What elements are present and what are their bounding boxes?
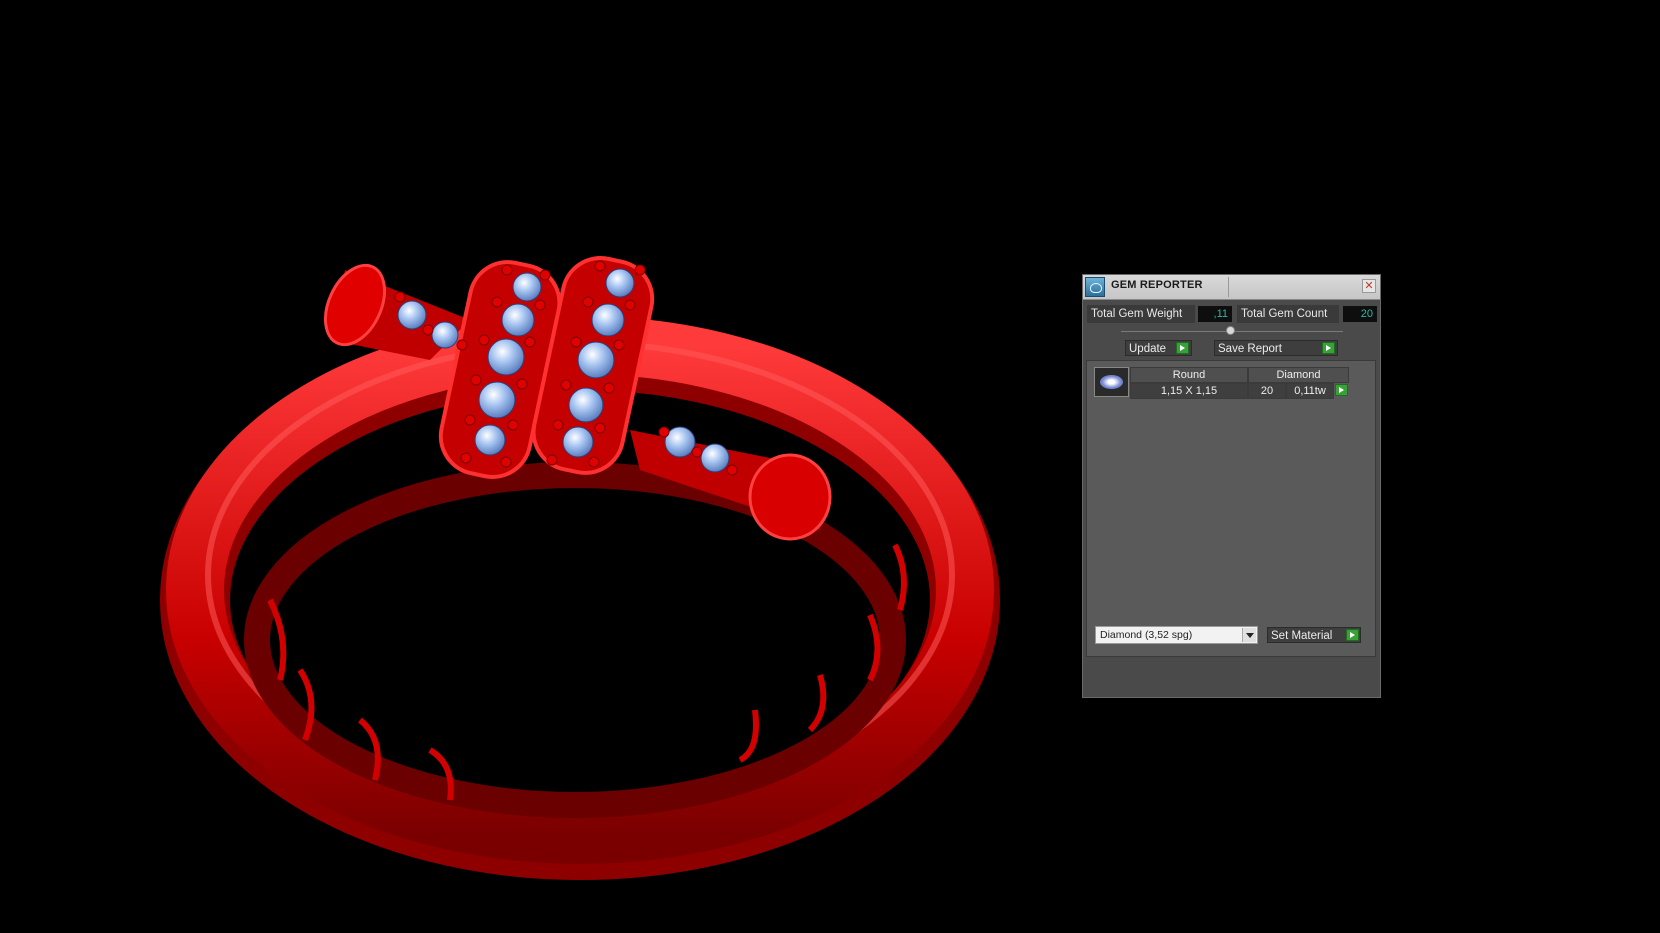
total-gem-count-label: Total Gem Count [1237, 305, 1339, 323]
gem-reporter-titlebar[interactable]: GEM REPORTER ✕ [1083, 275, 1380, 300]
gem-size-cell: 1,15 X 1,15 [1130, 383, 1248, 399]
gem-reporter-title: GEM REPORTER [1111, 279, 1203, 291]
title-divider [1228, 277, 1229, 297]
ring-model-render [160, 256, 1000, 880]
total-gem-count-value: 20 [1343, 306, 1377, 322]
set-material-button[interactable]: Set Material [1267, 627, 1361, 643]
panel-resize-handle[interactable] [1226, 326, 1235, 335]
play-arrow-icon [1176, 342, 1189, 354]
save-report-button-label: Save Report [1218, 343, 1282, 355]
material-select-value: Diamond (3,52 spg) [1100, 629, 1193, 641]
update-button[interactable]: Update [1125, 340, 1192, 356]
gem-reporter-app-icon [1085, 277, 1105, 297]
play-arrow-icon [1346, 629, 1359, 641]
chevron-down-icon[interactable] [1242, 628, 1256, 642]
gem-count-cell: 20 [1248, 383, 1286, 399]
total-gem-weight-value: ,11 [1198, 306, 1232, 322]
gem-shape-header: Round [1130, 367, 1248, 383]
material-select[interactable]: Diamond (3,52 spg) [1095, 626, 1258, 644]
close-icon[interactable]: ✕ [1362, 279, 1376, 293]
play-arrow-icon [1322, 342, 1335, 354]
round-gem-thumbnail-icon[interactable] [1094, 367, 1129, 397]
gem-material-header: Diamond [1248, 367, 1349, 383]
3d-viewport[interactable] [0, 0, 1660, 933]
save-report-button[interactable]: Save Report [1214, 340, 1338, 356]
set-material-button-label: Set Material [1271, 630, 1333, 642]
gem-reporter-panel: GEM REPORTER ✕ Total Gem Weight ,11 Tota… [1082, 274, 1381, 698]
gem-stats-row: Total Gem Weight ,11 Total Gem Count 20 [1087, 305, 1377, 323]
select-gem-row-button[interactable] [1335, 384, 1348, 396]
total-gem-weight-label: Total Gem Weight [1087, 305, 1195, 323]
gem-list: Round Diamond 1,15 X 1,15 20 0,11tw [1086, 360, 1376, 657]
update-button-label: Update [1129, 343, 1167, 355]
gem-weight-cell: 0,11tw [1286, 383, 1334, 399]
